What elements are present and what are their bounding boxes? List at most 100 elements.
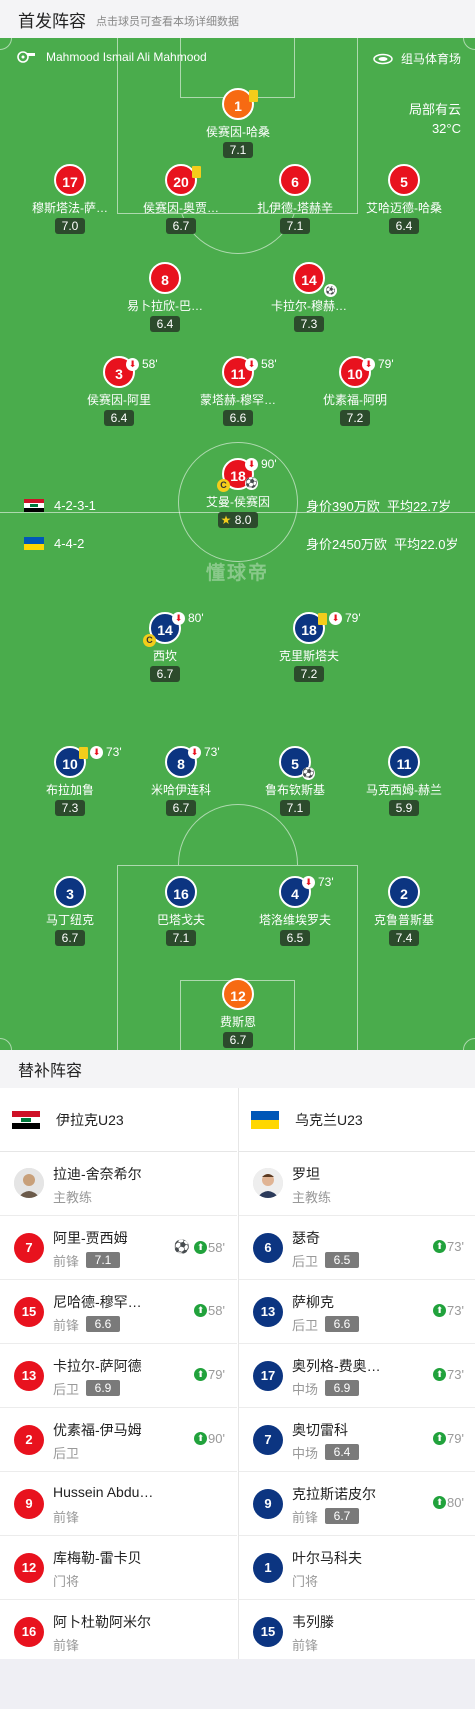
- away-age: 平均22.0岁: [394, 537, 459, 552]
- sub-out-icon: ⬇: [245, 358, 258, 371]
- sub-row[interactable]: 15 尼哈德-穆罕… 前锋 6.6 ⬆ 58': [0, 1280, 237, 1344]
- sub-row[interactable]: 7 奥切雷科 中场 6.4 ⬆ 79': [239, 1408, 475, 1472]
- player-rating: 6.7: [165, 218, 197, 234]
- coach-row[interactable]: 罗坦 主教练: [239, 1152, 475, 1216]
- sub-minute: 58': [142, 357, 158, 371]
- sub-rating: 6.5: [325, 1252, 359, 1268]
- player-name: 克里斯塔夫: [278, 649, 339, 663]
- player-card[interactable]: 5 ⚽ 鲁布钦斯基 7.1: [235, 746, 355, 817]
- sub-position: 中场: [292, 1382, 319, 1397]
- sub-out-icon: ⬇: [90, 746, 103, 759]
- home-age: 平均22.7岁: [386, 499, 452, 514]
- captain-icon: C: [217, 479, 230, 492]
- player-card[interactable]: 10 ⬇ 79' 优素福-阿明 7.2: [295, 356, 415, 427]
- sub-in-icon: ⬆: [433, 1240, 447, 1253]
- captain-icon: C: [143, 634, 156, 647]
- sub-out-icon: ⬇: [362, 358, 375, 371]
- player-card[interactable]: 4 ⬇ 73' 塔洛维埃罗夫 6.5: [235, 875, 355, 947]
- sub-number: 17: [253, 1361, 283, 1391]
- sub-minute: 73': [204, 745, 220, 759]
- player-rating: 7.2: [293, 666, 325, 682]
- referee-info: Mahmood Ismail Ali Mahmood: [16, 50, 207, 64]
- sub-row[interactable]: 15 韦列滕 前锋: [239, 1600, 475, 1664]
- player-card[interactable]: 6 扎伊德-塔赫辛 7.1: [235, 164, 355, 235]
- sub-name: 库梅勒-雷卡贝: [53, 1550, 142, 1566]
- player-card[interactable]: 14 ⬇ 80' C 西坎 6.7: [105, 611, 225, 683]
- player-card[interactable]: 8 易卜拉欣-巴… 6.4: [105, 262, 225, 333]
- referee-name: Mahmood Ismail Ali Mahmood: [46, 50, 207, 64]
- player-card[interactable]: 17 穆斯塔法-萨… 7.0: [10, 164, 130, 235]
- player-card[interactable]: 5 艾哈迈德-哈桑 6.4: [344, 164, 464, 235]
- sub-position: 后卫: [53, 1446, 80, 1461]
- player-rating: 7.4: [388, 930, 420, 946]
- player-card[interactable]: 3 马丁纽克 6.7: [10, 876, 130, 947]
- lineup-page: 首发阵容 点击球员可查看本场详细数据 懂球帝 Mahmood Ismail Al…: [0, 0, 475, 1709]
- player-name: 艾哈迈德-哈桑: [366, 201, 442, 215]
- subs-panel: 伊拉克U23 拉迪-舍奈希尔 主教练 7 阿里-贾西姆 前锋 7.1 ⚽ ⬆ 58'…: [0, 1088, 475, 1659]
- sub-minute: 73': [106, 745, 122, 759]
- sub-in-icon: ⬆: [194, 1304, 208, 1317]
- player-rating: 7.1: [222, 142, 254, 158]
- player-card[interactable]: 20 侯赛因-奥贾… 6.7: [121, 164, 241, 235]
- player-rating: 6.4: [149, 316, 181, 332]
- player-name: 优素福-阿明: [323, 393, 387, 407]
- sub-name: 韦列滕: [292, 1614, 334, 1630]
- sub-row[interactable]: 2 优素福-伊马姆 后卫 ⬆ 90': [0, 1408, 237, 1472]
- sub-row[interactable]: 17 奥列格-费奥… 中场 6.9 ⬆ 73': [239, 1344, 475, 1408]
- sub-name: 尼哈德-穆罕…: [53, 1294, 142, 1310]
- coach-row[interactable]: 拉迪-舍奈希尔 主教练: [0, 1152, 237, 1216]
- sub-row[interactable]: 13 萨柳克 后卫 6.6 ⬆ 73': [239, 1280, 475, 1344]
- sub-rating: 6.9: [325, 1380, 359, 1396]
- sub-row[interactable]: 6 瑟奇 后卫 6.5 ⬆ 73': [239, 1216, 475, 1280]
- player-name: 穆斯塔法-萨…: [32, 201, 108, 215]
- sub-number: 7: [253, 1425, 283, 1455]
- player-rating: 6.4: [103, 410, 135, 426]
- player-card[interactable]: 14 ⚽ 卡拉尔-穆赫… 7.3: [249, 262, 369, 333]
- lineup-header: 首发阵容 点击球员可查看本场详细数据: [0, 0, 475, 38]
- player-card[interactable]: 11 马克西姆-赫兰 5.9: [344, 746, 464, 817]
- player-card[interactable]: 10 ⬇ 73' 布拉加鲁 7.3: [10, 745, 130, 817]
- home-team-row: 4-2-3-1 身价390万欧 平均22.7岁: [24, 498, 451, 514]
- sub-row[interactable]: 9 Hussein Abdu… 前锋: [0, 1472, 237, 1536]
- sub-position: 前锋: [53, 1510, 80, 1525]
- player-card[interactable]: 11 ⬇ 58' 蒙塔赫-穆罕… 6.6: [178, 356, 298, 427]
- coach-avatar: [14, 1168, 44, 1198]
- player-card[interactable]: 1 侯赛因-哈桑 7.1: [178, 88, 298, 159]
- player-card[interactable]: 18 ⬇ 79' 克里斯塔夫 7.2: [249, 611, 369, 683]
- player-card[interactable]: 18 ⬇ 90' C ⚽ 艾曼-侯赛因 ★ 8.0: [178, 457, 298, 529]
- player-card[interactable]: 16 巴塔戈夫 7.1: [121, 876, 241, 947]
- yellow-card-icon: [192, 166, 201, 178]
- sub-row[interactable]: 9 克拉斯诺皮尔 前锋 6.7 ⬆ 80': [239, 1472, 475, 1536]
- sub-in-icon: ⬆: [433, 1496, 447, 1509]
- home-team-header[interactable]: 伊拉克U23: [0, 1088, 237, 1152]
- sub-name: 卡拉尔-萨阿德: [53, 1358, 142, 1374]
- sub-row[interactable]: 16 阿卜杜勒阿米尔 前锋: [0, 1600, 237, 1664]
- coach-name: 罗坦: [292, 1166, 320, 1182]
- player-rating: 7.0: [54, 218, 86, 234]
- sub-row[interactable]: 13 卡拉尔-萨阿德 后卫 6.9 ⬆ 79': [0, 1344, 237, 1408]
- away-team-header[interactable]: 乌克兰U23: [239, 1088, 475, 1152]
- sub-row[interactable]: 12 库梅勒-雷卡贝 门将: [0, 1536, 237, 1600]
- sub-minute: 58': [208, 1239, 225, 1255]
- yellow-card-icon: [318, 613, 327, 625]
- sub-row[interactable]: 7 阿里-贾西姆 前锋 7.1 ⚽ ⬆ 58': [0, 1216, 237, 1280]
- sub-row[interactable]: 1 叶尔马科夫 门将: [239, 1536, 475, 1600]
- mvp-star-icon: ★: [220, 513, 232, 527]
- player-name: 鲁布钦斯基: [264, 783, 325, 797]
- sub-event: ⬆ 73': [433, 1367, 464, 1382]
- player-number: 5: [388, 164, 420, 196]
- player-number: 3: [54, 876, 86, 908]
- player-name: 扎伊德-塔赫辛: [257, 201, 333, 215]
- player-number: 8: [149, 262, 181, 294]
- player-card[interactable]: 12 费斯恩 6.7: [178, 978, 298, 1049]
- coach-avatar: [253, 1168, 283, 1198]
- player-name: 艾曼-侯赛因: [206, 495, 270, 509]
- sub-minute: 79': [447, 1431, 464, 1446]
- sub-number: 13: [14, 1361, 44, 1391]
- player-rating: ★ 8.0: [217, 512, 259, 528]
- player-card[interactable]: 3 ⬇ 58' 侯赛因-阿里 6.4: [59, 356, 179, 427]
- sub-out-icon: ⬇: [188, 746, 201, 759]
- lineup-title: 首发阵容: [18, 11, 86, 31]
- player-card[interactable]: 2 克鲁普斯基 7.4: [344, 876, 464, 947]
- player-card[interactable]: 8 ⬇ 73' 米哈伊连科 6.7: [121, 745, 241, 817]
